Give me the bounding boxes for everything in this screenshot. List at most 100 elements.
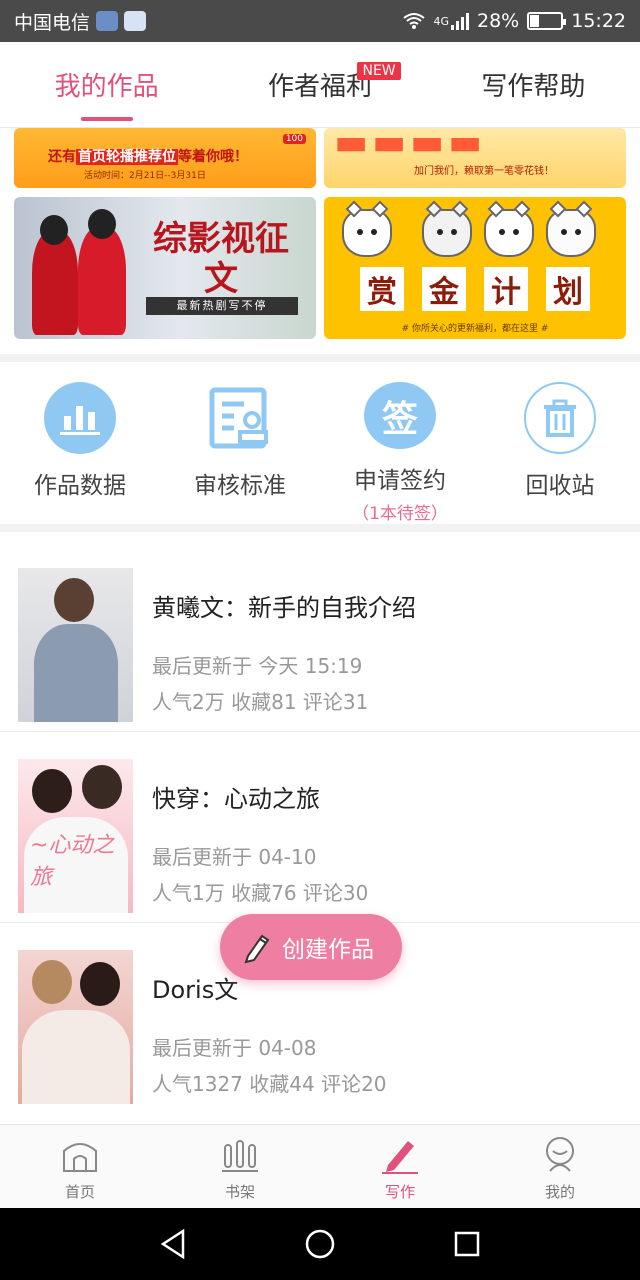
tab-label: 写作帮助 — [481, 72, 586, 102]
nav-write[interactable]: 写作 — [320, 1125, 480, 1208]
banner-drama-contest[interactable]: 综影视征文 最新热剧写不停 — [14, 197, 316, 339]
work-data-button[interactable]: 作品数据 — [0, 364, 160, 524]
banner-text: 还有 首页轮播推荐位 等着你哦！ — [48, 149, 248, 165]
banner-decor-title: ▬▬▬▬ — [334, 128, 487, 163]
comments: 评论31 — [302, 690, 369, 714]
comments: 评论20 — [321, 1072, 387, 1096]
cat-illustration — [546, 200, 596, 257]
title-char: 划 — [546, 267, 590, 311]
cat-illustration — [484, 200, 534, 257]
trash-icon — [524, 382, 596, 454]
apply-contract-button[interactable]: 签 申请签约 （1本待签） — [320, 364, 480, 524]
status-bar: 中国电信 4G 28% 15:22 — [0, 0, 640, 42]
banner-subtitle: 最新热剧写不停 — [146, 297, 298, 315]
work-stats: 人气1万 收藏76 评论30 — [152, 877, 368, 906]
create-work-button[interactable]: 创建作品 — [220, 914, 402, 980]
review-standards-button[interactable]: 审核标准 — [160, 364, 320, 524]
work-stats: 人气1327 收藏44 评论20 — [152, 1068, 387, 1097]
work-last-updated: 最后更新于 04-08 — [152, 1036, 317, 1060]
banner-subtitle: # 你所关心的更新福利，都在这里 # — [401, 324, 549, 334]
app-notification-icon — [124, 11, 147, 31]
app-notification-icon — [96, 11, 119, 31]
work-item[interactable]: 黄曦文：新手的自我介绍 最后更新于 今天 15:19 人气2万 收藏81 评论3… — [0, 542, 640, 732]
work-last-updated: 最后更新于 04-10 — [152, 845, 317, 869]
nav-home[interactable]: 首页 — [0, 1125, 160, 1208]
sign-badge-char: 签 — [381, 398, 418, 440]
tab-author-benefits[interactable]: 作者福利 NEW — [213, 42, 426, 127]
banner-figure — [32, 231, 78, 335]
bar-chart-icon — [44, 382, 116, 454]
pen-icon — [382, 1141, 418, 1174]
cat-illustration — [342, 200, 392, 257]
signal-icon — [451, 12, 469, 30]
work-cover-image: ~心动之旅 — [18, 759, 133, 913]
home-icon — [63, 1143, 97, 1172]
nav-label: 写作 — [384, 1183, 415, 1201]
banner-homepage-promo[interactable]: 还有 首页轮播推荐位 等着你哦！ 活动时间：2月21日--3月31日 100 — [14, 128, 316, 188]
action-label: 回收站 — [525, 473, 595, 499]
bookshelf-icon — [222, 1140, 258, 1172]
work-stats: 人气2万 收藏81 评论31 — [152, 686, 368, 715]
back-icon[interactable] — [156, 1227, 190, 1261]
nav-profile[interactable]: 我的 — [480, 1125, 640, 1208]
work-title: Doris文 — [152, 976, 239, 1004]
battery-fill — [530, 15, 539, 27]
system-nav-bar — [0, 1208, 640, 1280]
work-cover-image — [18, 950, 133, 1104]
active-tab-indicator — [80, 117, 133, 121]
action-label: 作品数据 — [34, 473, 126, 499]
title-char: 计 — [484, 267, 528, 311]
wifi-icon — [403, 13, 426, 29]
banner-figure — [40, 215, 68, 245]
work-title: 快穿：心动之旅 — [152, 785, 320, 813]
tab-my-works[interactable]: 我的作品 — [0, 42, 213, 127]
title-char: 金 — [422, 267, 466, 311]
carrier-label: 中国电信 — [14, 11, 91, 34]
battery-icon — [527, 12, 567, 30]
tab-label: 我的作品 — [54, 72, 159, 102]
nav-bookshelf[interactable]: 书架 — [160, 1125, 320, 1208]
banner-figure — [88, 209, 116, 239]
work-cover-image — [18, 568, 133, 722]
banner-tag: 100 — [282, 134, 306, 144]
review-document-icon — [204, 382, 276, 454]
section-divider — [0, 354, 640, 362]
recent-apps-icon[interactable] — [450, 1227, 484, 1261]
clock: 15:22 — [571, 10, 626, 32]
popularity: 人气2万 — [152, 690, 225, 714]
quick-actions: 作品数据 审核标准 签 申请签约 （1本待签） 回收站 — [0, 364, 640, 524]
favorites: 收藏76 — [231, 881, 297, 905]
sign-badge-icon: 签 — [364, 382, 436, 449]
work-item[interactable]: ~心动之旅 快穿：心动之旅 最后更新于 04-10 人气1万 收藏76 评论30 — [0, 733, 640, 923]
cat-illustration — [422, 200, 472, 257]
tab-writing-help[interactable]: 写作帮助 — [427, 42, 640, 127]
section-divider — [0, 524, 640, 532]
work-last-updated: 最后更新于 今天 15:19 — [152, 654, 363, 678]
nav-label: 我的 — [544, 1183, 575, 1201]
tab-label: 作者福利 — [267, 72, 372, 102]
popularity: 人气1327 — [152, 1072, 243, 1096]
banner-join-us[interactable]: ▬▬▬▬ 加门我们，赖取第一笔零花钱！ — [324, 128, 626, 188]
recycle-bin-button[interactable]: 回收站 — [480, 364, 640, 524]
top-tabs: 我的作品 作者福利 NEW 写作帮助 — [0, 42, 640, 128]
pencil-icon — [244, 934, 270, 964]
banner-bounty-plan[interactable]: 赏 金 计 划 # 你所关心的更新福利，都在这里 # — [324, 197, 626, 339]
nav-label: 书架 — [224, 1183, 255, 1201]
home-button-icon[interactable] — [303, 1227, 337, 1261]
profile-icon — [546, 1137, 574, 1172]
favorites: 收藏81 — [231, 690, 297, 714]
banner-title: 综影视征文 — [153, 219, 289, 299]
new-badge: NEW — [357, 62, 401, 80]
comments: 评论30 — [302, 881, 369, 905]
popularity: 人气1万 — [152, 881, 225, 905]
action-label: 审核标准 — [194, 473, 286, 499]
banner-date: 活动时间：2月21日--3月31日 — [84, 171, 206, 181]
nav-label: 首页 — [64, 1183, 95, 1201]
work-title: 黄曦文：新手的自我介绍 — [152, 594, 416, 622]
create-work-label: 创建作品 — [282, 937, 374, 963]
pending-count: （1本待签） — [352, 504, 448, 524]
battery-percent: 28% — [477, 10, 520, 32]
favorites: 收藏44 — [249, 1072, 315, 1096]
network-type: 4G — [433, 14, 449, 28]
action-label: 申请签约 — [354, 468, 446, 494]
